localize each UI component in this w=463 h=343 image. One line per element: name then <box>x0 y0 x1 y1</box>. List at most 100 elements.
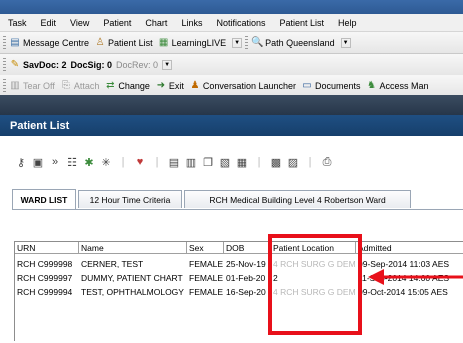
column-header-sex[interactable]: Sex <box>187 242 224 254</box>
print-icon[interactable]: ⎙ <box>320 155 334 169</box>
toolbar-grip[interactable] <box>3 35 6 50</box>
access-manager-button[interactable]: ♞ Access Man <box>366 80 429 92</box>
pencil-icon: ✎ <box>10 58 20 70</box>
conversation-launcher-button[interactable]: ♟ Conversation Launcher <box>189 80 296 92</box>
assign-icon[interactable]: ✱ <box>82 155 96 169</box>
cell-urn: RCH C999998 <box>17 259 73 269</box>
docrev-count: DocRev: 0 <box>116 59 159 70</box>
menu-edit[interactable]: Edit <box>41 18 57 28</box>
exit-label: Exit <box>168 80 184 91</box>
table-row[interactable]: RCH C999994 TEST, OPHTHALMOLOGY FEMALE 1… <box>15 286 463 298</box>
cell-sex: FEMALE <box>189 259 224 269</box>
menu-patient-list[interactable]: Patient List <box>279 18 324 28</box>
toolbar-links: ▤ Message Centre ♙ Patient List ▦ Learni… <box>0 32 463 54</box>
menu-bar: Task Edit View Patient Chart Links Notif… <box>0 14 463 32</box>
tab-rch-medical-building[interactable]: RCH Medical Building Level 4 Robertson W… <box>184 190 411 208</box>
clipboard-icon[interactable]: ▥ <box>184 155 198 169</box>
conversation-launcher-label: Conversation Launcher <box>202 80 296 91</box>
toolbar-grip[interactable] <box>3 78 6 93</box>
learninglive-label: LearningLIVE <box>171 37 227 48</box>
paste-icon[interactable]: ▧ <box>218 155 232 169</box>
column-header-name[interactable]: Name <box>79 242 187 254</box>
cell-name: DUMMY, PATIENT CHART <box>81 273 183 283</box>
patient-list-button[interactable]: ♙ Patient List <box>94 37 153 49</box>
heart-icon[interactable]: ♥ <box>133 155 147 169</box>
toolbar-dropdown-icon[interactable]: ▼ <box>340 37 351 48</box>
tear-off-label: Tear Off <box>23 80 55 91</box>
divider: | <box>308 156 312 168</box>
calendar-icon[interactable]: ▦ <box>235 155 249 169</box>
cell-dob: 01-Feb-20 <box>226 273 266 283</box>
divider: | <box>155 156 159 168</box>
menu-links[interactable]: Links <box>181 18 202 28</box>
tab-divider <box>12 209 463 210</box>
menu-notifications[interactable]: Notifications <box>216 18 265 28</box>
docsig-count: DocSig: 0 <box>70 59 113 70</box>
change-icon: ⇄ <box>106 79 115 91</box>
magnifier-globe-icon: 🔍 <box>251 36 264 48</box>
table-header-row: URN Name Sex DOB Patient Location Admitt… <box>15 242 463 254</box>
patient-list-title: Patient List <box>0 115 463 136</box>
tear-off-icon: ▥ <box>10 79 20 91</box>
key-icon[interactable]: ⚷ <box>14 155 28 169</box>
menu-patient[interactable]: Patient <box>103 18 131 28</box>
edit-icon[interactable]: ▨ <box>286 155 300 169</box>
chart-icon[interactable]: ▩ <box>269 155 283 169</box>
people-icon: ♙ <box>95 36 105 48</box>
person-icon: ♟ <box>190 79 200 91</box>
divider: | <box>121 156 125 168</box>
documents-button[interactable]: ▭ Documents <box>301 80 361 92</box>
cell-admitted: 09-Oct-2014 15:05 AES <box>358 287 448 297</box>
learninglive-button[interactable]: ▦ LearningLIVE <box>158 37 227 49</box>
exit-button[interactable]: ➜ Exit <box>155 80 184 92</box>
patient-list-tabs: WARD LIST 12 Hour Time Criteria RCH Medi… <box>12 189 413 209</box>
list-icon[interactable]: ☷ <box>65 155 79 169</box>
exit-icon: ➜ <box>156 79 166 91</box>
highlight-box <box>268 234 362 335</box>
column-header-urn[interactable]: URN <box>15 242 79 254</box>
cell-urn: RCH C999997 <box>17 273 73 283</box>
cell-name: TEST, OPHTHALMOLOGY <box>81 287 184 297</box>
change-label: Change <box>118 80 150 91</box>
tear-off-button[interactable]: ▥ Tear Off <box>9 80 55 92</box>
tab-ward-list[interactable]: WARD LIST <box>12 189 76 209</box>
column-header-admitted[interactable]: Admitted <box>356 242 463 254</box>
toolbar-grip[interactable] <box>3 57 6 72</box>
notes-icon[interactable]: ▤ <box>167 155 181 169</box>
savdoc-count: SavDoc: 2 <box>23 59 67 70</box>
cell-sex: FEMALE <box>189 287 224 297</box>
cell-dob: 25-Nov-19 <box>226 259 266 269</box>
cell-dob: 16-Sep-20 <box>226 287 266 297</box>
attach-label: Attach <box>73 80 100 91</box>
toolbar-grip[interactable] <box>245 35 249 50</box>
double-chevron-icon[interactable]: » <box>48 155 62 169</box>
divider: | <box>257 156 261 168</box>
paperclip-icon: ⎘ <box>61 79 70 91</box>
access-manager-label: Access Man <box>379 80 429 91</box>
change-button[interactable]: ⇄ Change <box>104 80 150 92</box>
patient-table: URN Name Sex DOB Patient Location Admitt… <box>14 241 463 341</box>
toolbar-actions: ▥ Tear Off ⎘ Attach ⇄ Change ➜ Exit ♟ Co… <box>0 75 463 97</box>
toolbar-dropdown-icon[interactable]: ▼ <box>232 37 243 48</box>
message-centre-label: Message Centre <box>23 37 90 48</box>
cell-name: CERNER, TEST <box>81 259 144 269</box>
window-title-strip <box>0 0 463 14</box>
menu-chart[interactable]: Chart <box>145 18 167 28</box>
menu-view[interactable]: View <box>70 18 89 28</box>
path-queensland-button[interactable]: 🔍 Path Queensland <box>251 37 335 49</box>
toolbar-dropdown-icon[interactable]: ▼ <box>162 59 173 70</box>
column-header-dob[interactable]: DOB <box>224 242 271 254</box>
menu-help[interactable]: Help <box>338 18 357 28</box>
tab-12-hour-time-criteria[interactable]: 12 Hour Time Criteria <box>78 190 182 208</box>
menu-task[interactable]: Task <box>8 18 27 28</box>
message-centre-button[interactable]: ▤ Message Centre <box>9 37 89 49</box>
message-icon: ▤ <box>10 36 20 48</box>
people-icon: ♞ <box>367 79 376 91</box>
properties-icon[interactable]: ▣ <box>31 155 45 169</box>
attach-button[interactable]: ⎘ Attach <box>60 80 100 92</box>
documents-label: Documents <box>314 80 361 91</box>
unassign-icon[interactable]: ✳ <box>99 155 113 169</box>
toolbar-document-status: ✎ SavDoc: 2 DocSig: 0 DocRev: 0 ▼ <box>0 54 463 76</box>
copy-icon[interactable]: ❐ <box>201 155 215 169</box>
patient-list-icon-toolbar: ⚷ ▣ » ☷ ✱ ✳ | ♥ | ▤ ▥ ❐ ▧ ▦ | ▩ ▨ | ⎙ <box>14 154 337 170</box>
